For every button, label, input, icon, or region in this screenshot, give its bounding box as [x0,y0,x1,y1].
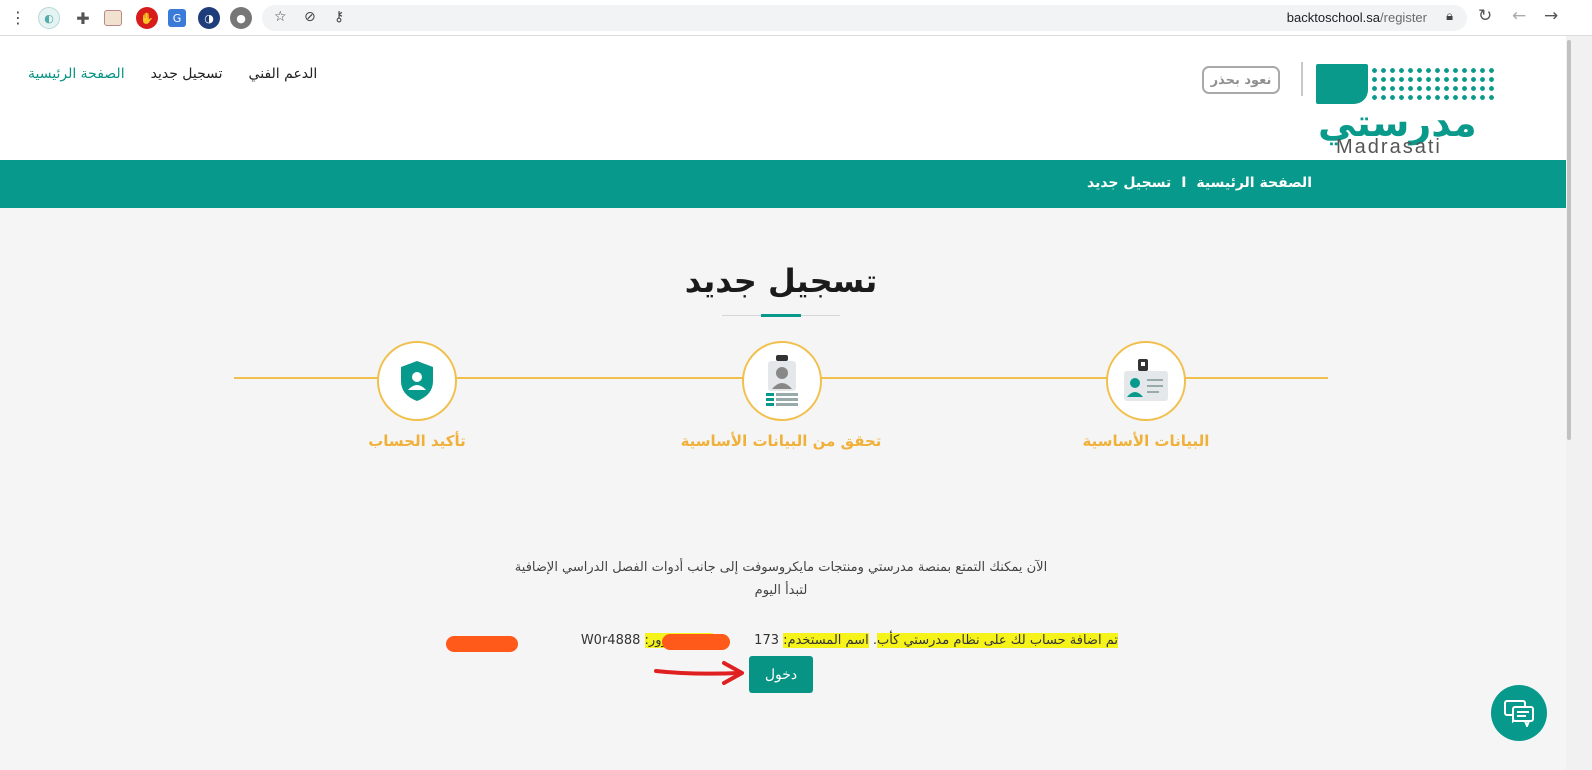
address-bar[interactable]: ☆ ⊘ ⚷ backtoschool.sa/register 🔒︎ [262,5,1467,31]
breadcrumb: الصفحة الرئيسية I تسجيل جديد [1087,175,1312,191]
extension-icon[interactable]: ● [230,7,252,29]
star-icon[interactable]: ☆ [274,9,287,25]
menu-icon[interactable]: ⋮ [10,8,26,27]
password-value: W0r4888 [580,633,641,648]
logo-dots-pattern [1370,66,1496,102]
redaction-mark [662,634,730,650]
nav-home-link[interactable]: الصفحة الرئيسية [28,66,125,82]
reload-icon[interactable]: ↻ [1478,6,1492,26]
credentials-line: تم اضافة حساب لك على نظام مدرستي كأب. اس… [580,633,1118,648]
chat-icon [1504,700,1534,727]
logo-english-text: Madrasati [1336,136,1442,158]
back-arrow-icon[interactable]: ← [1512,6,1526,26]
main-nav: الصفحة الرئيسية تسجيل جديد الدعم الفني [28,66,317,82]
url-text: backtoschool.sa/register [1286,10,1427,25]
screenshot-extension-icon[interactable] [104,10,122,26]
forward-arrow-icon[interactable]: → [1544,6,1558,26]
eye-off-icon[interactable]: ⊘ [304,9,316,25]
extension-icon[interactable]: ◐ [38,7,60,29]
logo-divider [1301,62,1303,96]
logo-book-shape [1316,64,1368,104]
step-confirm-account [377,341,457,421]
nav-register-link[interactable]: تسجيل جديد [151,66,223,82]
username-value: 173 [754,633,779,648]
extension-icon[interactable]: ◑ [198,7,220,29]
step-basic-data-label: البيانات الأساسية [1082,432,1210,450]
success-message-line2: لتبدأ اليوم [754,583,808,598]
step-confirm-account-label: تأكيد الحساب [368,432,466,450]
redaction-mark [446,636,518,652]
account-added-text: تم اضافة حساب لك على نظام مدرستي كأب [876,633,1118,648]
step-verify-data-label: تحقق من البيانات الأساسية [680,432,882,450]
step-verify-data [742,341,822,421]
scrollbar-thumb[interactable] [1567,40,1571,440]
id-card-icon [1124,359,1168,401]
translate-extension-icon[interactable]: G [168,9,186,27]
success-message-line1: الآن يمكنك التمتع بمنصة مدرستي ومنتجات م… [514,560,1048,575]
key-icon[interactable]: ⚷ [334,9,344,25]
chat-support-button[interactable] [1491,685,1547,741]
site-header: الصفحة الرئيسية تسجيل جديد الدعم الفني ن… [0,36,1566,160]
stop-extension-icon[interactable]: ✋ [136,7,158,29]
id-badge-icon [766,355,798,406]
nav-support-link[interactable]: الدعم الفني [249,66,318,82]
madrasati-logo[interactable]: مدرستي Madrasati [1316,62,1496,158]
step-basic-data [1106,341,1186,421]
breadcrumb-bar: الصفحة الرئيسية I تسجيل جديد [0,160,1566,208]
puzzle-icon[interactable]: ✚ [72,7,94,29]
arrow-annotation [654,661,744,685]
page-title: تسجيل جديد [684,262,878,300]
page-scrollbar[interactable] [1566,36,1592,770]
breadcrumb-separator: I [1181,175,1187,191]
shield-user-icon [401,361,433,401]
lock-icon[interactable]: 🔒︎ [1446,9,1453,24]
title-underline-accent [761,314,801,317]
success-message: الآن يمكنك التمتع بمنصة مدرستي ومنتجات م… [0,556,1562,602]
breadcrumb-current: تسجيل جديد [1087,175,1172,191]
breadcrumb-home[interactable]: الصفحة الرئيسية [1196,175,1312,191]
browser-toolbar: ⋮ ◐ ✚ ✋ G ◑ ● ☆ ⊘ ⚷ backtoschool.sa/regi… [0,0,1592,36]
login-button[interactable]: دخول [749,656,813,693]
username-label: اسم المستخدم: [783,633,869,648]
back-cautiously-logo: نعود بحذر [1202,66,1280,94]
